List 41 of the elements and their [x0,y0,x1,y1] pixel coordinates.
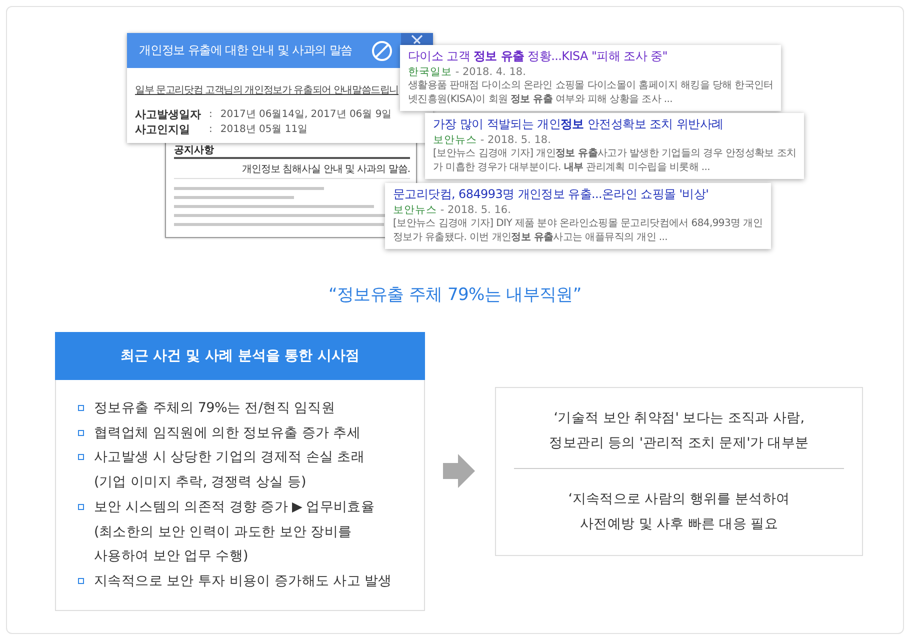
result-title-link[interactable]: 문고리닷컴, 684993명 개인정보 유출...온라인 쇼핑몰 '비상' [393,186,763,203]
bullet-icon [78,405,84,411]
result-snippet: 생활용품 판매점 다이소의 온라인 쇼핑몰 다이소몰이 홈페이지 해킹을 당해 한국인터 [408,79,774,93]
field-separator: : [209,123,212,137]
bullet-icon [78,454,84,460]
bullet-icon [78,430,84,436]
result-source: 한국일보 [408,66,452,78]
result-title-link[interactable]: 가장 많이 적발되는 개인정보 안전성확보 조치 위반사례 [433,116,796,133]
field-label: 사고인지일 [135,122,191,137]
result-snippet: [보안뉴스 김경애 기자] DIY 제품 분야 온라인쇼핑몰 문고리닷컴에서 684,993명 개인 [393,217,763,231]
conclusion-text: ‘지속적으로 사람의 행위를 분석하여 사전예방 및 사후 빠른 대응 필요 [567,490,791,534]
finding-text: 협력업체 임직원에 의한 정보유출 증가 추세 [94,424,361,443]
finding-text: 보안 시스템의 의존적 경향 증가 ▶ 업무비효율 (최소한의 보안 인력이 과도한 보안 장비를 사용하여 보안 업무 수행) [94,498,375,566]
notice-link[interactable]: 일부 문고리닷컴 고객님의 개인정보가 유출되어 안내말씀드립니 [135,83,398,97]
popup-title: 개인정보 유출에 대한 안내 및 사과의 말씀 [139,42,352,59]
result-date: - 2018. 5. 16. [440,204,511,216]
field-separator: : [209,108,212,122]
field-value: 2018년 05월 11일 [220,123,309,137]
conclusion-text: ‘기술적 보안 취약점' 보다는 조직과 사람, 정보관리 등의 '관리적 조치 문제'가 대부분 [548,408,810,453]
field-label: 사고발생일자 [135,107,201,122]
result-source: 보안뉴스 [393,204,437,216]
result-snippet: 넷진흥원(KISA)이 회원 정보 유출 여부와 피해 상황을 조사 ... [408,93,674,107]
quote-heading: “정보유출 주체 79%는 내부직원” [328,284,582,306]
field-value: 2017년 06월14일, 2017년 06월 9일 [220,108,393,122]
result-date: - 2018. 5. 18. [480,134,551,146]
close-icon[interactable] [411,35,423,44]
result-date: - 2018. 4. 18. [455,66,526,78]
bullet-icon [78,504,84,510]
ban-icon [371,40,393,62]
document-subtitle: 개인정보 침해사실 안내 및 사과의 말씀. [174,159,410,179]
result-snippet: 가 미흡한 경우가 대부분이다. 내부 관리계획 미수립을 비롯해 ... [433,161,712,175]
arrow-icon [443,454,475,488]
finding-text: 지속적으로 보안 투자 비용이 증가해도 사고 발생 [94,572,392,591]
finding-text: 정보유출 주체의 79%는 전/현직 임직원 [94,399,336,418]
bullet-icon [78,578,84,584]
result-snippet: 정보가 유출됐다. 이번 개인정보 유출사고는 애플뮤직의 개인 ... [393,231,668,245]
finding-text: 사고발생 시 상당한 기업의 경제적 손실 초래 (기업 이미지 추락, 경쟁력 상실 등) [94,448,365,492]
panel-title: 최근 사건 및 사례 분석을 통한 시사점 [55,332,425,380]
result-source: 보안뉴스 [433,134,477,146]
result-snippet: [보안뉴스 김경애 기자] 개인정보 유출사고가 발생한 기업들의 경우 안정성확보 조치 [433,147,796,161]
result-title-link[interactable]: 다이소 고객 정보 유출 정황...KISA "피해 조사 중" [408,48,774,65]
